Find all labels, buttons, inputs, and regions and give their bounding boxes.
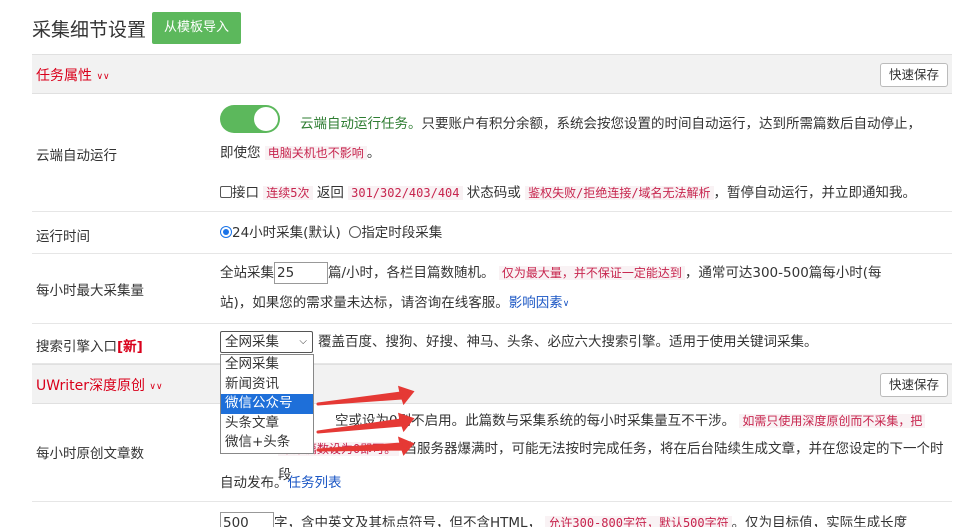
arrow-annotation-1	[316, 385, 415, 406]
arrow-annotation-2	[316, 412, 415, 434]
annotation-arrows	[316, 385, 415, 456]
arrow-annotation-3	[316, 436, 415, 456]
